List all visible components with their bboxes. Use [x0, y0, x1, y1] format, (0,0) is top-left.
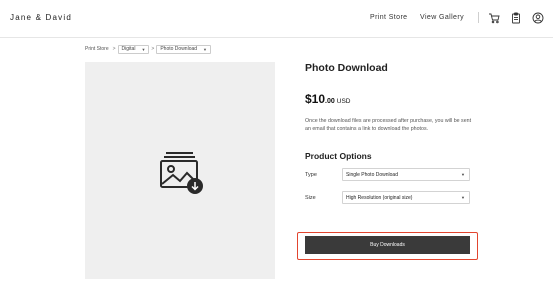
size-select[interactable]: High Resolution (original size) ▼ [342, 191, 470, 204]
product-image-panel [85, 62, 275, 279]
brand-name[interactable]: Jane & David [10, 13, 72, 22]
product-title: Photo Download [305, 62, 388, 74]
size-label: Size [305, 195, 316, 201]
cart-icon[interactable] [488, 12, 500, 24]
clipboard-icon[interactable] [510, 12, 522, 24]
type-select[interactable]: Single Photo Download ▼ [342, 168, 470, 181]
product-price: $10.00 USD [305, 90, 351, 108]
type-label: Type [305, 172, 317, 178]
chevron-down-icon: ▼ [461, 195, 465, 200]
breadcrumb-product-value: Photo Download [160, 46, 198, 52]
product-description: Once the download files are processed af… [305, 118, 472, 132]
price-cents: .00 [325, 98, 335, 105]
chevron-down-icon: ▼ [203, 46, 208, 52]
price-currency: USD [336, 98, 351, 105]
breadcrumb-product-select[interactable]: Photo Download ▼ [156, 44, 212, 54]
breadcrumb: Print Store > Digital ▼ > Photo Download… [85, 44, 212, 54]
breadcrumb-separator: > [151, 46, 155, 52]
nav-divider [478, 12, 479, 23]
breadcrumb-print-store[interactable]: Print Store [85, 46, 109, 52]
type-select-value: Single Photo Download [346, 172, 398, 178]
account-icon[interactable] [532, 12, 544, 24]
breadcrumb-category-select[interactable]: Digital ▼ [117, 44, 150, 54]
chevron-down-icon: ▼ [141, 46, 146, 52]
site-header: Jane & David Print Store View Gallery [0, 0, 553, 38]
size-select-value: High Resolution (original size) [346, 195, 413, 201]
chevron-down-icon: ▼ [461, 172, 465, 177]
price-amount: $10 [305, 92, 326, 106]
photo-download-icon [159, 150, 203, 194]
nav-print-store[interactable]: Print Store [370, 14, 407, 21]
buy-downloads-button[interactable]: Buy Downloads [305, 236, 470, 254]
breadcrumb-separator: > [112, 46, 116, 52]
nav-view-gallery[interactable]: View Gallery [420, 14, 464, 21]
breadcrumb-category-value: Digital [121, 46, 136, 52]
product-options-heading: Product Options [305, 151, 372, 161]
